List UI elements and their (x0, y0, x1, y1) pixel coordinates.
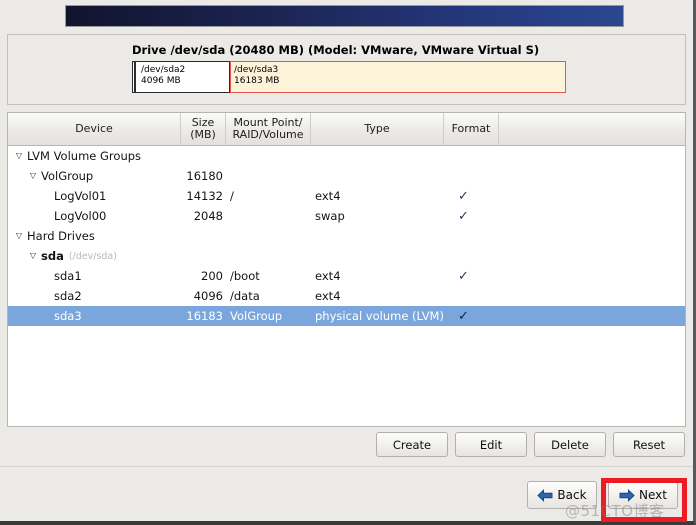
cell-format: ✓ (444, 190, 499, 203)
cell-type: ext4 (315, 269, 341, 283)
column-header-mount-line2: RAID/Volume (232, 128, 304, 141)
cell-device: sda1 (8, 269, 181, 283)
arrow-left-icon (537, 488, 553, 502)
reset-button[interactable]: Reset (613, 432, 685, 457)
cell-format: ✓ (444, 210, 499, 223)
partition-segment-sda2-size: 4096 MB (141, 76, 181, 86)
column-header-size-line2: (MB) (190, 128, 216, 141)
table-row[interactable]: LogVol00 2048 swap ✓ (8, 206, 685, 226)
check-icon: ✓ (458, 189, 469, 203)
table-row[interactable]: sda3 16183 VolGroup physical volume (LVM) ✓ (8, 306, 685, 326)
device-path: (/dev/sda) (68, 250, 117, 262)
cell-mount-point: /data (230, 289, 260, 303)
device-name: LogVol00 (54, 209, 107, 223)
check-icon: ✓ (458, 269, 469, 283)
column-header-format[interactable]: Format (444, 113, 499, 145)
cell-format: ✓ (444, 310, 499, 323)
cell-device: ▽ sda (/dev/sda) (8, 249, 181, 263)
create-button[interactable]: Create (376, 432, 448, 457)
device-name: sda3 (54, 309, 82, 323)
device-name: sda2 (54, 289, 82, 303)
partition-segment-sda3-name: /dev/sda3 (234, 65, 279, 75)
cell-device: sda3 (8, 309, 181, 323)
partition-segment-sda3-size: 16183 MB (234, 76, 280, 86)
cell-format: ✓ (444, 270, 499, 283)
partition-segment-sda2-name: /dev/sda2 (141, 65, 186, 75)
table-row[interactable]: ▽ Hard Drives (8, 226, 685, 246)
check-icon: ✓ (458, 309, 469, 323)
cell-device: ▽ Hard Drives (8, 229, 181, 243)
cell-size: 2048 (193, 209, 223, 223)
cell-mount-point: /boot (230, 269, 260, 283)
arrow-right-icon (619, 488, 635, 502)
back-button-label: Back (557, 488, 587, 502)
table-row[interactable]: sda1 200/boot ext4 ✓ (8, 266, 685, 286)
chevron-down-icon[interactable]: ▽ (14, 151, 24, 160)
chevron-down-icon[interactable]: ▽ (28, 251, 38, 260)
column-header-type[interactable]: Type (311, 113, 444, 145)
table-row[interactable]: sda2 4096/data ext4 (8, 286, 685, 306)
partition-action-bar: Create Edit Delete Reset (0, 430, 693, 464)
cell-size: 16180 (186, 169, 223, 183)
table-row[interactable]: ▽ sda (/dev/sda) (8, 246, 685, 266)
installer-window: Drive /dev/sda (20480 MB) (Model: VMware… (0, 0, 696, 525)
device-name: sda (41, 249, 64, 263)
cell-size: 200 (201, 269, 223, 283)
cell-type: ext4 (315, 189, 341, 203)
column-header-size[interactable]: Size (MB) (181, 113, 226, 145)
cell-device: LogVol01 (8, 189, 181, 203)
table-row[interactable]: LogVol01 14132 / ext4 ✓ (8, 186, 685, 206)
cell-size: 14132 (186, 189, 223, 203)
chevron-down-icon[interactable]: ▽ (14, 231, 24, 240)
column-header-spacer (499, 113, 685, 145)
cell-type: physical volume (LVM) (315, 309, 444, 323)
column-header-device[interactable]: Device (8, 113, 181, 145)
cell-size: 16183 (186, 309, 223, 323)
drive-summary-panel: Drive /dev/sda (20480 MB) (Model: VMware… (7, 34, 686, 105)
footer-divider (0, 466, 693, 467)
banner-area (0, 0, 693, 32)
cell-mount-point: VolGroup (230, 309, 283, 323)
drive-title: Drive /dev/sda (20480 MB) (Model: VMware… (132, 43, 540, 57)
partition-segment-sda2[interactable]: /dev/sda2 4096 MB (138, 61, 230, 93)
chevron-down-icon[interactable]: ▽ (28, 171, 38, 180)
column-header-mount-point[interactable]: Mount Point/ RAID/Volume (226, 113, 311, 145)
back-button[interactable]: Back (527, 481, 597, 509)
table-row[interactable]: ▽ VolGroup 16180 (8, 166, 685, 186)
check-icon: ✓ (458, 209, 469, 223)
cell-size: 4096 (193, 289, 223, 303)
next-button-label: Next (639, 488, 667, 502)
table-row[interactable]: ▽ LVM Volume Groups (8, 146, 685, 166)
device-name: LogVol01 (54, 189, 107, 203)
partition-segment-sda3[interactable]: /dev/sda3 16183 MB (230, 61, 566, 93)
partition-table-panel: Device Size (MB) Mount Point/ RAID/Volum… (7, 112, 686, 427)
wizard-nav-bar: Back Next (0, 472, 693, 520)
cell-mount-point: / (230, 189, 234, 203)
partition-table-body: ▽ LVM Volume Groups ▽ VolGroup 16180 LogVol01… (8, 146, 685, 426)
cell-device: ▽ VolGroup (8, 169, 181, 183)
delete-button[interactable]: Delete (534, 432, 606, 457)
cell-device: ▽ LVM Volume Groups (8, 149, 181, 163)
device-name: sda1 (54, 269, 82, 283)
table-header-row: Device Size (MB) Mount Point/ RAID/Volum… (8, 113, 685, 146)
drive-partition-bar: /dev/sda2 4096 MB /dev/sda3 16183 MB (132, 61, 566, 93)
cell-device: sda2 (8, 289, 181, 303)
cell-type: swap (315, 209, 345, 223)
installer-banner-graphic (65, 5, 624, 27)
device-name: VolGroup (41, 169, 94, 183)
device-name: Hard Drives (27, 229, 95, 243)
next-button[interactable]: Next (608, 481, 678, 509)
cell-type: ext4 (315, 289, 341, 303)
cell-device: LogVol00 (8, 209, 181, 223)
device-name: LVM Volume Groups (27, 149, 142, 163)
edit-button[interactable]: Edit (455, 432, 527, 457)
